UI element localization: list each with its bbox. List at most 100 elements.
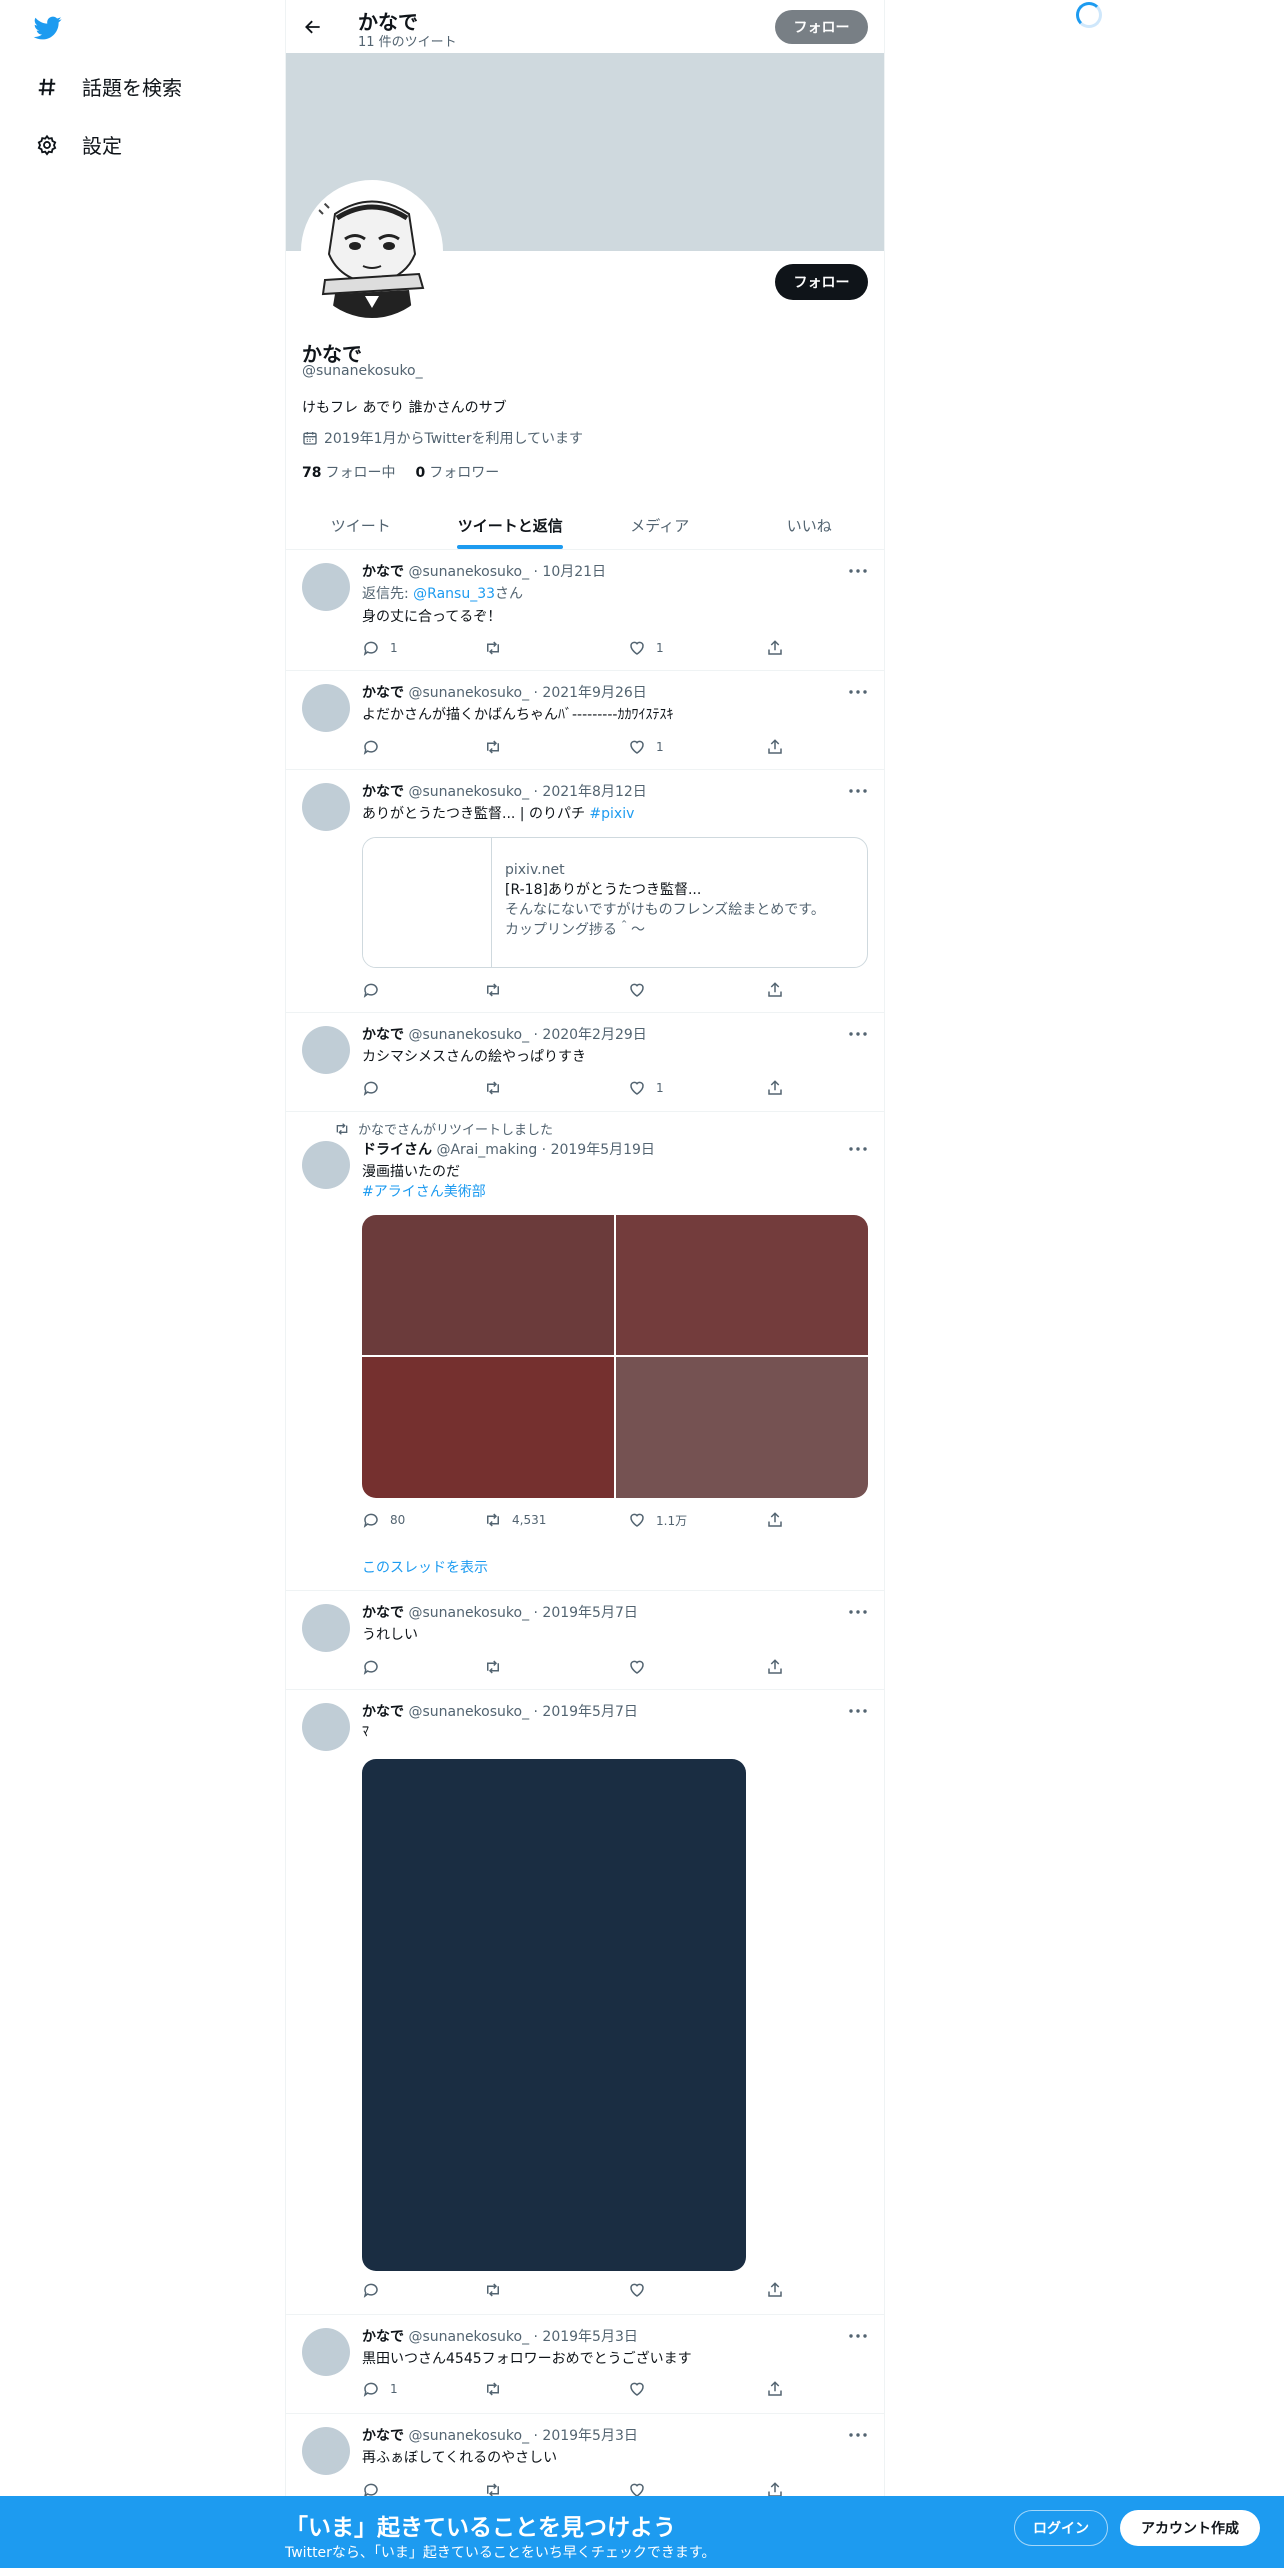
more-options-icon[interactable] — [848, 1701, 868, 1721]
tweet-avatar[interactable] — [302, 783, 350, 831]
retweet-button[interactable] — [484, 1079, 512, 1097]
media-image[interactable] — [362, 1215, 614, 1355]
header-follow-button[interactable]: フォロー — [775, 10, 868, 44]
like-button[interactable]: 1 — [628, 1079, 664, 1097]
tweet-author-name[interactable]: かなで — [362, 564, 404, 580]
share-button[interactable] — [766, 639, 784, 657]
tweet[interactable]: かなで @sunanekosuko_ · 10月21日 返信先: @Ransu_… — [286, 551, 884, 671]
like-button[interactable] — [628, 2281, 656, 2299]
retweet-button[interactable]: 4,531 — [484, 1511, 546, 1529]
more-options-icon[interactable] — [848, 2425, 868, 2445]
reply-button[interactable]: 1 — [362, 2380, 398, 2398]
twitter-logo-icon[interactable] — [32, 14, 64, 42]
back-button[interactable] — [298, 12, 328, 42]
tweet-avatar[interactable] — [302, 2328, 350, 2376]
nav-settings[interactable]: 設定 — [36, 130, 122, 159]
share-button[interactable] — [766, 2281, 784, 2299]
tab-likes[interactable]: いいね — [735, 502, 885, 549]
tweet-avatar[interactable] — [302, 1026, 350, 1074]
tweet-author-name[interactable]: かなで — [362, 1605, 404, 1621]
tweet[interactable]: かなで @sunanekosuko_ · 2021年9月26日 よだかさんが描く… — [286, 672, 884, 770]
tweet[interactable]: かなで @sunanekosuko_ · 2021年8月12日 ありがとうたつき… — [286, 771, 884, 1013]
media-image[interactable] — [362, 1759, 746, 2271]
like-button[interactable] — [628, 981, 656, 999]
hashtag-link[interactable]: #pixiv — [589, 806, 634, 822]
following-count: 78 — [302, 465, 322, 481]
tab-tweets-and-replies[interactable]: ツイートと返信 — [436, 502, 586, 549]
retweet-button[interactable] — [484, 2281, 512, 2299]
media-image[interactable] — [616, 1215, 868, 1355]
tweet[interactable]: かなで @sunanekosuko_ · 2019年5月3日 黒田いつさん454… — [286, 2316, 884, 2414]
link-card-desc-line: そんなにないですがけものフレンズ絵まとめです。 — [505, 902, 825, 918]
tweet[interactable]: かなで @sunanekosuko_ · 2020年2月29日 カシマシメスさん… — [286, 1014, 884, 1112]
followers-stat[interactable]: 0 フォロワー — [415, 462, 499, 482]
retweet-button[interactable] — [484, 639, 512, 657]
like-button[interactable] — [628, 1658, 656, 1676]
tweet-avatar[interactable] — [302, 1604, 350, 1652]
show-thread-link[interactable]: このスレッドを表示 — [362, 1557, 488, 1577]
more-options-icon[interactable] — [848, 1024, 868, 1044]
retweet-button[interactable] — [484, 981, 512, 999]
like-button[interactable]: 1 — [628, 639, 664, 657]
signup-button[interactable]: アカウント作成 — [1120, 2510, 1260, 2546]
profile-avatar[interactable] — [301, 180, 443, 322]
reply-button[interactable] — [362, 1079, 390, 1097]
heart-icon — [630, 1513, 644, 1527]
retweet-button[interactable] — [484, 2380, 512, 2398]
tweet-actions: 1 — [362, 1079, 792, 1099]
tweet-author-name[interactable]: ドライさん — [362, 1142, 432, 1158]
tweet-author-name[interactable]: かなで — [362, 2329, 404, 2345]
calendar-icon — [303, 432, 317, 445]
reply-button[interactable] — [362, 738, 390, 756]
share-button[interactable] — [766, 981, 784, 999]
tweet-author-name[interactable]: かなで — [362, 784, 404, 800]
more-options-icon[interactable] — [848, 2326, 868, 2346]
tweet-author-name[interactable]: かなで — [362, 1704, 404, 1720]
retweet-button[interactable] — [484, 738, 512, 756]
reply-mention-link[interactable]: @Ransu_33 — [413, 586, 495, 602]
tab-tweets[interactable]: ツイート — [286, 502, 436, 549]
media-grid[interactable] — [362, 1215, 868, 1498]
share-button[interactable] — [766, 1079, 784, 1097]
nav-explore[interactable]: 話題を検索 — [36, 72, 182, 101]
tweet-avatar[interactable] — [302, 563, 350, 611]
retweet-button[interactable] — [484, 1658, 512, 1676]
following-stat[interactable]: 78 フォロー中 — [302, 462, 395, 482]
more-options-icon[interactable] — [848, 1139, 868, 1159]
tab-media[interactable]: メディア — [585, 502, 735, 549]
media-image[interactable] — [616, 1357, 868, 1498]
more-options-icon[interactable] — [848, 1602, 868, 1622]
login-button[interactable]: ログイン — [1014, 2510, 1108, 2546]
share-button[interactable] — [766, 1511, 784, 1529]
like-button[interactable] — [628, 2380, 656, 2398]
profile-follow-button[interactable]: フォロー — [775, 264, 868, 300]
hashtag-link[interactable]: #アライさん美術部 — [362, 1181, 486, 1201]
share-icon — [768, 1659, 782, 1674]
more-options-icon[interactable] — [848, 561, 868, 581]
reply-button[interactable]: 80 — [362, 1511, 405, 1529]
like-button[interactable]: 1.1万 — [628, 1511, 687, 1529]
more-options-icon[interactable] — [848, 781, 868, 801]
tweet-author-name[interactable]: かなで — [362, 685, 404, 701]
share-button[interactable] — [766, 2380, 784, 2398]
reply-button[interactable] — [362, 2281, 390, 2299]
tweet-avatar[interactable] — [302, 1703, 350, 1751]
link-card[interactable]: pixiv.net [R-18]ありがとうたつき監督... そんなにないですがけ… — [362, 837, 868, 968]
tweet-author-name[interactable]: かなで — [362, 1027, 404, 1043]
tweet-avatar[interactable] — [302, 2427, 350, 2475]
like-button[interactable]: 1 — [628, 738, 664, 756]
tweet[interactable]: かなで @sunanekosuko_ · 2019年5月7日 うれしい — [286, 1592, 884, 1690]
tweet[interactable]: かなでさんがリツイートしました ドライさん @Arai_making · 201… — [286, 1113, 884, 1591]
reply-button[interactable] — [362, 981, 390, 999]
share-button[interactable] — [766, 738, 784, 756]
media-image[interactable] — [362, 1357, 614, 1498]
tweet[interactable]: かなで @sunanekosuko_ · 2019年5月7日 ﾏ — [286, 1691, 884, 2315]
tweet-author-name[interactable]: かなで — [362, 2428, 404, 2444]
share-button[interactable] — [766, 1658, 784, 1676]
more-options-icon[interactable] — [848, 682, 868, 702]
reply-button[interactable] — [362, 1658, 390, 1676]
like-count: 1.1万 — [656, 1513, 688, 1528]
reply-button[interactable]: 1 — [362, 639, 398, 657]
tweet-avatar[interactable] — [302, 1141, 350, 1189]
tweet-avatar[interactable] — [302, 684, 350, 732]
